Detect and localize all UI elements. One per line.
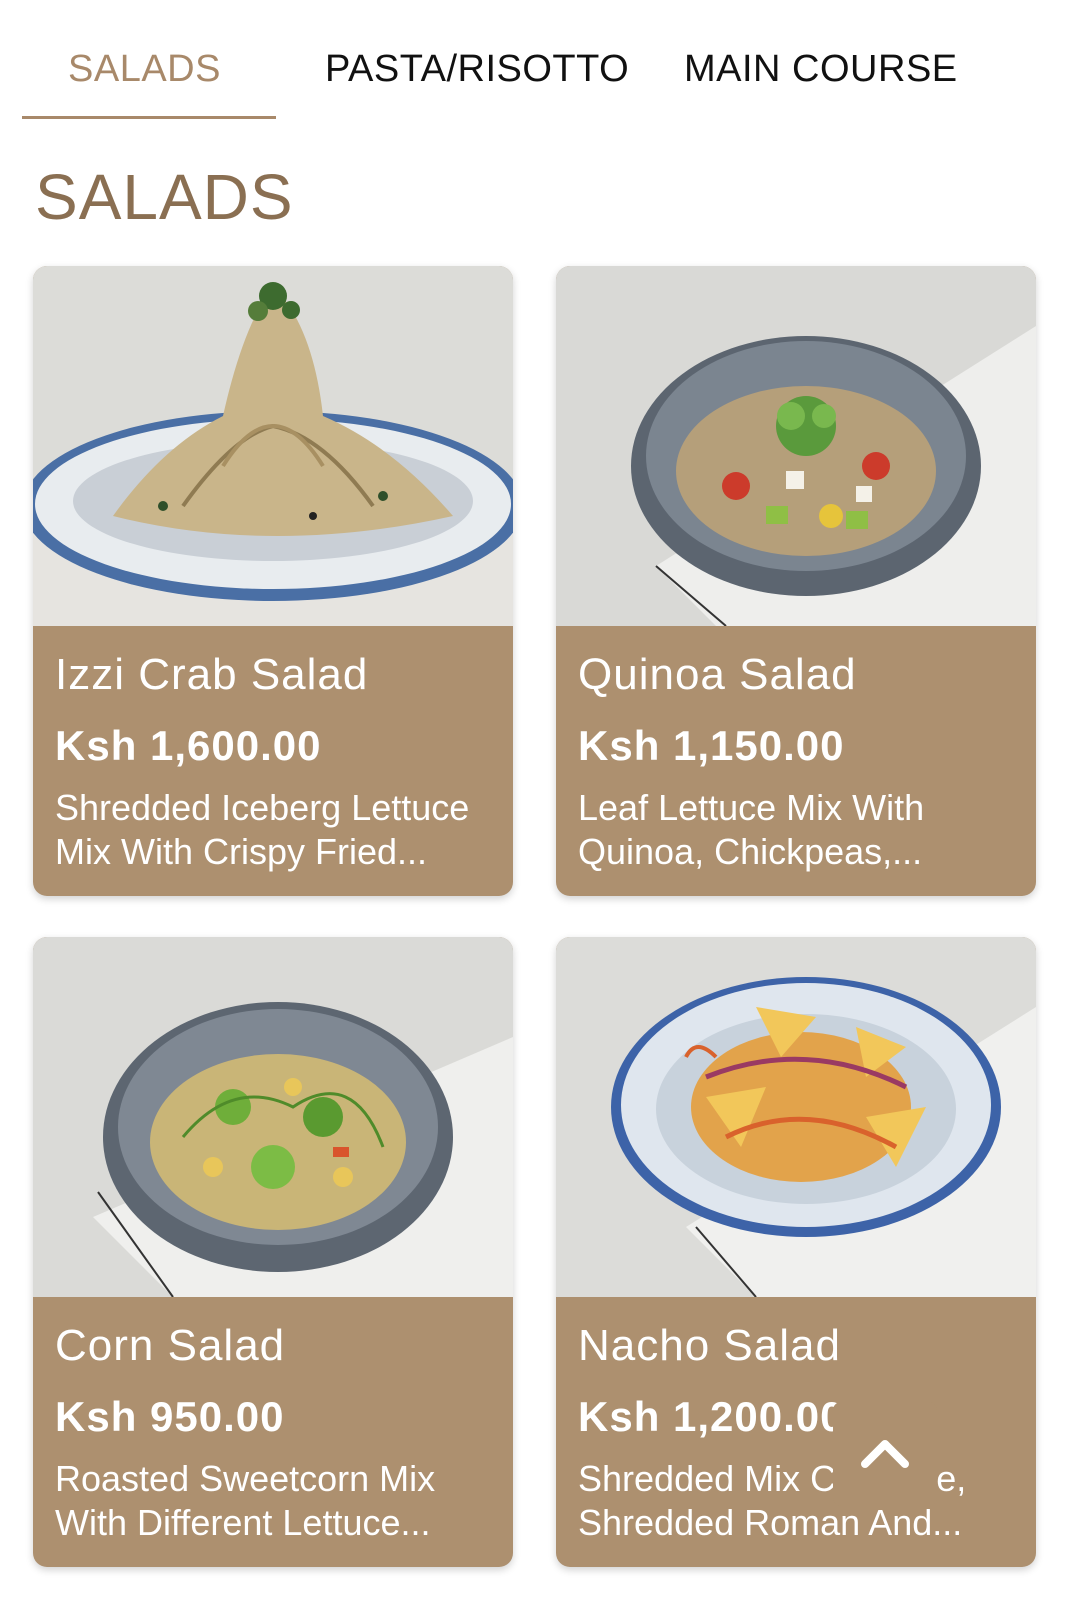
item-description: Roasted Sweetcorn Mix With Different Let… xyxy=(55,1457,495,1545)
active-tab-indicator xyxy=(22,116,276,119)
card-info: Quinoa Salad Ksh 1,150.00 Leaf Lettuce M… xyxy=(556,626,1036,896)
category-tabs: SALADS PASTA/RISOTTO MAIN COURSE xyxy=(0,0,1090,120)
item-description: Leaf Lettuce Mix With Quinoa, Chickpeas,… xyxy=(578,786,1018,874)
menu-card-corn-salad[interactable]: Corn Salad Ksh 950.00 Roasted Sweetcorn … xyxy=(33,937,513,1567)
card-info: Nacho Salad Ksh 1,200.00 Shredded Mix Ca… xyxy=(556,1297,1036,1567)
menu-card-nacho-salad[interactable]: Nacho Salad Ksh 1,200.00 Shredded Mix Ca… xyxy=(556,937,1036,1567)
item-price: Ksh 1,600.00 xyxy=(55,722,322,769)
menu-card-quinoa-salad[interactable]: Quinoa Salad Ksh 1,150.00 Leaf Lettuce M… xyxy=(556,266,1036,896)
item-price: Ksh 1,200.00 xyxy=(578,1393,845,1440)
item-name: Corn Salad xyxy=(55,1321,286,1370)
card-info: Corn Salad Ksh 950.00 Roasted Sweetcorn … xyxy=(33,1297,513,1567)
dish-photo xyxy=(33,266,513,626)
item-description-line: With Different Lettuce... xyxy=(55,1502,431,1543)
item-description: Shredded Iceberg Lettuce Mix With Crispy… xyxy=(55,786,495,874)
item-description-line: Quinoa, Chickpeas,... xyxy=(578,831,923,872)
item-price: Ksh 1,150.00 xyxy=(578,722,845,769)
item-description-line: Roasted Sweetcorn Mix xyxy=(55,1458,436,1499)
dish-photo xyxy=(33,937,513,1297)
section-title: SALADS xyxy=(35,161,294,233)
item-name: Nacho Salad xyxy=(578,1321,841,1370)
tab-salads[interactable]: SALADS xyxy=(68,48,221,91)
scroll-to-top-button[interactable] xyxy=(833,1402,937,1506)
chevron-up-icon xyxy=(861,1440,909,1468)
item-name: Izzi Crab Salad xyxy=(55,650,369,699)
item-description-line: Shredded Roman And... xyxy=(578,1502,963,1543)
item-description-line: Leaf Lettuce Mix With xyxy=(578,787,925,828)
dish-photo xyxy=(556,266,1036,626)
item-price: Ksh 950.00 xyxy=(55,1393,285,1440)
tab-main-course[interactable]: MAIN COURSE xyxy=(684,48,958,91)
card-info: Izzi Crab Salad Ksh 1,600.00 Shredded Ic… xyxy=(33,626,513,896)
tab-pasta-risotto[interactable]: PASTA/RISOTTO xyxy=(325,48,629,91)
item-description-line: Shredded Mix Cabbage, xyxy=(578,1458,967,1499)
dish-photo xyxy=(556,937,1036,1297)
item-name: Quinoa Salad xyxy=(578,650,857,699)
menu-card-izzi-crab-salad[interactable]: Izzi Crab Salad Ksh 1,600.00 Shredded Ic… xyxy=(33,266,513,896)
item-description-line: Shredded Iceberg Lettuce xyxy=(55,787,470,828)
item-description: Shredded Mix Cabbage, Shredded Roman And… xyxy=(578,1457,1018,1545)
item-description-line: Mix With Crispy Fried... xyxy=(55,831,428,872)
